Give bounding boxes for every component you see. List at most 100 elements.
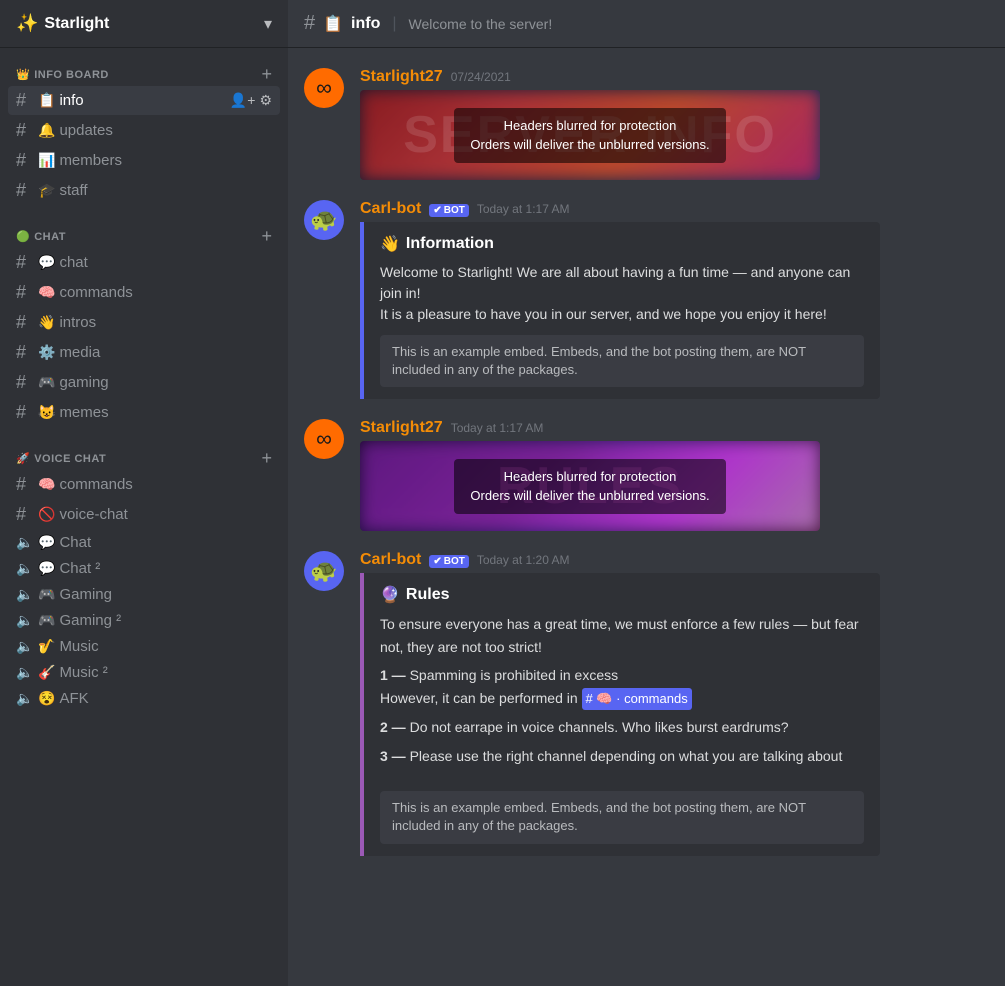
channel-name-memes: memes — [59, 404, 108, 421]
channel-emoji: 🎸 — [38, 664, 55, 681]
voice-channel-music2[interactable]: 🔈 🎸 Music ² — [8, 660, 280, 685]
speaker-icon: 🔈 — [16, 664, 34, 681]
channel-emoji: 😺 — [38, 404, 55, 421]
channel-members[interactable]: # 📊 members — [8, 146, 280, 175]
avatar: ∞ — [304, 68, 344, 108]
channel-emoji: 🧠 — [38, 476, 55, 493]
voice-channel-name-chat2: Chat ² — [59, 560, 100, 577]
message-group-2: 🐢 Carl-bot ✔ BOT Today at 1:17 AM 👋 Info… — [288, 196, 1005, 407]
channel-vc-commands[interactable]: # 🧠 commands — [8, 470, 280, 499]
channel-name-chat: chat — [59, 254, 87, 271]
channel-memes[interactable]: # 😺 memes — [8, 398, 280, 427]
message-content-1: Starlight27 07/24/2021 SERVER INFO Heade… — [360, 68, 989, 184]
add-channel-info-board[interactable]: + — [261, 64, 272, 85]
channel-header-emoji: 📋 — [323, 14, 343, 34]
channel-intros[interactable]: # 👋 intros — [8, 308, 280, 337]
sidebar: ✨ Starlight ▾ 👑 INFO BOARD + # 📋 info 👤+… — [0, 0, 288, 986]
message-header-2: Carl-bot ✔ BOT Today at 1:17 AM — [360, 200, 989, 218]
category-chat: 🟢 CHAT + # 💬 chat # 🧠 commands # 👋 intro… — [0, 210, 288, 432]
voice-channel-gaming2[interactable]: 🔈 🎮 Gaming ² — [8, 608, 280, 633]
messages-container[interactable]: ∞ Starlight27 07/24/2021 SERVER INFO Hea… — [288, 48, 1005, 986]
message-timestamp-3: Today at 1:17 AM — [451, 421, 544, 435]
speaker-icon: 🔈 — [16, 586, 34, 603]
add-member-icon[interactable]: 👤+ — [230, 92, 256, 109]
gear-icon[interactable]: ⚙ — [259, 92, 272, 109]
channel-name-vc-commands: commands — [59, 476, 132, 493]
channel-name-gaming: gaming — [59, 374, 108, 391]
avatar-carlbot-2: 🐢 — [304, 551, 344, 591]
message-header-4: Carl-bot ✔ BOT Today at 1:20 AM — [360, 551, 989, 569]
channel-emoji: 💬 — [38, 560, 55, 577]
channel-updates[interactable]: # 🔔 updates — [8, 116, 280, 145]
blur-protection-overlay: Headers blurred for protection Orders wi… — [454, 108, 725, 163]
avatar-carlbot: 🐢 — [304, 200, 344, 240]
channel-emoji: 🧠 — [38, 284, 55, 301]
hash-icon: # — [16, 180, 34, 201]
category-title-voice: 🚀 VOICE CHAT — [16, 452, 106, 465]
category-header-info-board[interactable]: 👑 INFO BOARD + — [8, 64, 280, 85]
channel-emoji: 🎷 — [38, 638, 55, 655]
category-header-voice[interactable]: 🚀 VOICE CHAT + — [8, 448, 280, 469]
hash-icon: # — [16, 312, 34, 333]
channel-emoji: 🎮 — [38, 586, 55, 603]
inline-channel-commands: # 🧠 · commands — [582, 688, 692, 711]
channel-header: # 📋 info | Welcome to the server! — [288, 0, 1005, 48]
info-banner: SERVER INFO Headers blurred for protecti… — [360, 90, 820, 180]
voice-channel-chat[interactable]: 🔈 💬 Chat — [8, 530, 280, 555]
category-title-info-board: 👑 INFO BOARD — [16, 68, 109, 81]
voice-channel-afk[interactable]: 🔈 😵 AFK — [8, 686, 280, 711]
wave-icon: 👋 — [380, 234, 400, 254]
hash-icon: # — [16, 504, 34, 525]
channel-gaming[interactable]: # 🎮 gaming — [8, 368, 280, 397]
voice-channel-chat2[interactable]: 🔈 💬 Chat ² — [8, 556, 280, 581]
add-channel-voice[interactable]: + — [261, 448, 272, 469]
channel-media[interactable]: # ⚙️ media — [8, 338, 280, 367]
channel-staff[interactable]: # 🎓 staff — [8, 176, 280, 205]
channel-actions: 👤+ ⚙ — [230, 92, 272, 109]
channel-info[interactable]: # 📋 info 👤+ ⚙ — [8, 86, 280, 115]
bot-badge: ✔ BOT — [429, 204, 469, 217]
hash-icon: # — [16, 402, 34, 423]
channel-emoji: 🎮 — [38, 374, 55, 391]
divider: | — [392, 15, 396, 33]
hash-icon: # — [16, 372, 34, 393]
channel-emoji: 📊 — [38, 152, 55, 169]
channel-name-intros: intros — [59, 314, 96, 331]
message-timestamp-4: Today at 1:20 AM — [477, 553, 570, 567]
hash-icon: # — [16, 474, 34, 495]
channel-name-staff: staff — [59, 182, 87, 199]
server-header[interactable]: ✨ Starlight ▾ — [0, 0, 288, 48]
message-header-3: Starlight27 Today at 1:17 AM — [360, 419, 989, 437]
rocket-icon: 🚀 — [16, 452, 30, 465]
avatar: ∞ — [304, 419, 344, 459]
voice-channel-gaming[interactable]: 🔈 🎮 Gaming — [8, 582, 280, 607]
message-group-1: ∞ Starlight27 07/24/2021 SERVER INFO Hea… — [288, 64, 1005, 188]
channel-hash-icon: # — [304, 12, 315, 35]
channel-name-members: members — [59, 152, 122, 169]
voice-channel-name-music2: Music ² — [59, 664, 107, 681]
channel-emoji: 💬 — [38, 534, 55, 551]
embed-description-information: Welcome to Starlight! We are all about h… — [380, 262, 864, 325]
embed-information: 👋 Information Welcome to Starlight! We a… — [360, 222, 880, 399]
speaker-icon: 🔈 — [16, 612, 34, 629]
embed-rules: 🔮 Rules To ensure everyone has a great t… — [360, 573, 880, 855]
channel-voice-chat[interactable]: # 🚫 voice-chat — [8, 500, 280, 529]
category-header-chat[interactable]: 🟢 CHAT + — [8, 226, 280, 247]
category-voice-chat: 🚀 VOICE CHAT + # 🧠 commands # 🚫 voice-ch… — [0, 432, 288, 716]
channel-name-voice-chat: voice-chat — [59, 506, 127, 523]
channel-chat[interactable]: # 💬 chat — [8, 248, 280, 277]
channel-commands[interactable]: # 🧠 commands — [8, 278, 280, 307]
message-timestamp-1: 07/24/2021 — [451, 70, 511, 84]
rules-text: To ensure everyone has a great time, we … — [380, 613, 864, 767]
add-channel-chat[interactable]: + — [261, 226, 272, 247]
speaker-icon: 🔈 — [16, 638, 34, 655]
channel-name-info: info — [59, 92, 83, 109]
crown-icon: 👑 — [16, 68, 30, 81]
message-content-2: Carl-bot ✔ BOT Today at 1:17 AM 👋 Inform… — [360, 200, 989, 403]
channel-emoji: 👋 — [38, 314, 55, 331]
username-carlbot: Carl-bot — [360, 200, 421, 218]
voice-channel-music[interactable]: 🔈 🎷 Music — [8, 634, 280, 659]
hash-icon: # — [16, 342, 34, 363]
category-title-chat: 🟢 CHAT — [16, 230, 66, 243]
embed-footer-information: This is an example embed. Embeds, and th… — [380, 335, 864, 387]
